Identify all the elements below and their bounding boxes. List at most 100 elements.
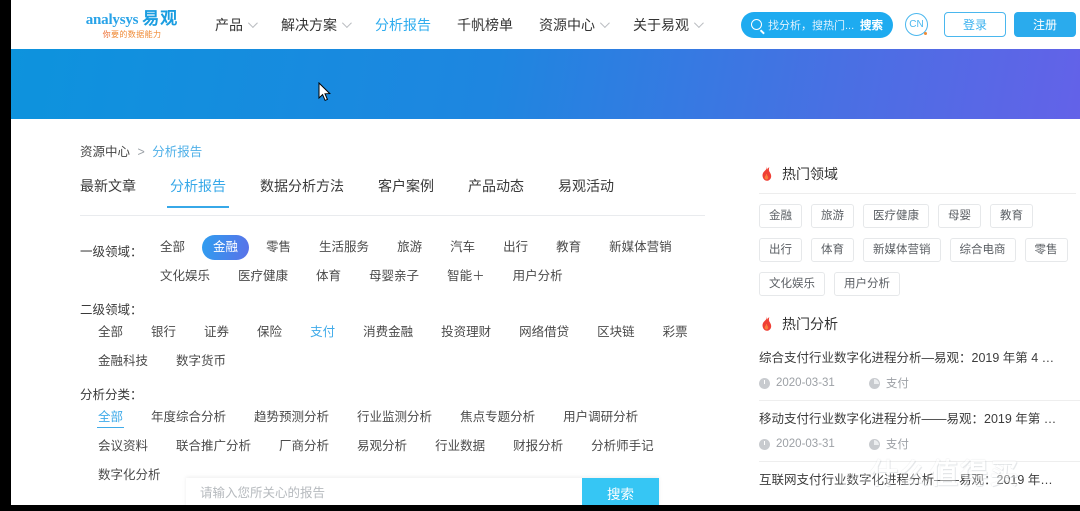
- hot-analysis-list: 综合支付行业数字化进程分析—易观：2019 年第 4 … 2020-03-31 …: [755, 340, 1080, 497]
- filter-option-payment[interactable]: 支付: [299, 320, 346, 345]
- filter-option-conference-material[interactable]: 会议资料: [87, 434, 159, 459]
- tab-latest-articles[interactable]: 最新文章: [80, 176, 136, 207]
- filter-option-fintech[interactable]: 金融科技: [87, 349, 159, 374]
- tag-new-media-marketing[interactable]: 新媒体营销: [863, 238, 941, 262]
- filter-option-user-analysis[interactable]: 用户分析: [502, 264, 574, 289]
- filter-option-sec-all[interactable]: 全部: [87, 320, 134, 345]
- article-title[interactable]: 互联网支付行业数字化进程分析——易观：2019 年…: [759, 472, 1080, 488]
- tag-ecommerce[interactable]: 综合电商: [949, 238, 1016, 262]
- filter-option-travel[interactable]: 旅游: [386, 235, 433, 260]
- filter-option-online-lending[interactable]: 网络借贷: [508, 320, 580, 345]
- tag-mobility[interactable]: 出行: [759, 238, 802, 262]
- breadcrumb-separator: >: [137, 145, 145, 159]
- filter-option-insurance[interactable]: 保险: [246, 320, 293, 345]
- tab-product-updates[interactable]: 产品动态: [468, 176, 524, 207]
- report-search-input[interactable]: [186, 478, 582, 508]
- tag-retail[interactable]: 零售: [1024, 238, 1068, 262]
- hot-analysis-title: 热门分析: [782, 316, 838, 332]
- chevron-down-icon: [341, 18, 352, 29]
- site-logo[interactable]: analysys 易观 你要的数据能力: [73, 10, 191, 39]
- filter-option-blockchain[interactable]: 区块链: [586, 320, 646, 345]
- filter-options-primary-domain: 全部 金融 零售 生活服务 旅游 汽车 出行 教育 新媒体营销 文化娱乐 医疗健…: [146, 235, 720, 293]
- filter-option-investment[interactable]: 投资理财: [430, 320, 502, 345]
- tag-culture-entertainment[interactable]: 文化娱乐: [759, 272, 825, 296]
- nav-item-resource-center[interactable]: 资源中心: [539, 15, 610, 35]
- filter-option-life-services[interactable]: 生活服务: [308, 235, 380, 260]
- right-sidebar: 热门领域 金融 旅游 医疗健康 母婴 教育 出行 体育 新媒体营销 综合电商 零…: [755, 119, 1080, 511]
- category-icon: [868, 438, 880, 450]
- filter-option-vendor-analysis[interactable]: 厂商分析: [268, 434, 340, 459]
- tag-finance[interactable]: 金融: [759, 204, 802, 228]
- filter-option-automotive[interactable]: 汽车: [439, 235, 486, 260]
- filter-option-healthcare[interactable]: 医疗健康: [227, 264, 299, 289]
- logo-latin-text: analysys: [85, 12, 139, 28]
- language-toggle[interactable]: CN: [905, 13, 928, 36]
- header-search-button[interactable]: 搜索: [860, 17, 883, 33]
- filter-option-securities[interactable]: 证券: [193, 320, 240, 345]
- filter-option-cat-all[interactable]: 全部: [87, 405, 134, 430]
- list-item[interactable]: 移动支付行业数字化进程分析——易观：2019 年第 … 2020-03-31 支…: [759, 401, 1080, 462]
- filter-option-maternal-child[interactable]: 母婴亲子: [358, 264, 430, 289]
- hot-analysis-header: 热门分析: [759, 314, 1080, 334]
- filter-option-new-media-marketing[interactable]: 新媒体营销: [598, 235, 683, 260]
- tag-user-analysis[interactable]: 用户分析: [834, 272, 900, 296]
- nav-item-analysis-reports[interactable]: 分析报告: [375, 15, 431, 35]
- filter-option-retail[interactable]: 零售: [255, 235, 302, 260]
- tag-travel[interactable]: 旅游: [811, 204, 854, 228]
- breadcrumb-current[interactable]: 分析报告: [152, 145, 202, 159]
- tab-customer-cases[interactable]: 客户案例: [378, 176, 434, 207]
- report-search-button[interactable]: 搜索: [582, 478, 659, 508]
- filter-option-analysys-analysis[interactable]: 易观分析: [346, 434, 418, 459]
- filter-option-digital-analysis[interactable]: 数字化分析: [87, 463, 172, 488]
- filter-option-smart-plus[interactable]: 智能＋: [436, 264, 496, 289]
- flame-icon: [762, 315, 772, 331]
- chevron-down-icon: [693, 18, 704, 29]
- nav-item-products[interactable]: 产品: [215, 15, 258, 35]
- tag-sports[interactable]: 体育: [811, 238, 854, 262]
- header-search-placeholder: 找分析，搜热门...: [768, 19, 855, 32]
- filter-option-all[interactable]: 全部: [149, 235, 196, 260]
- chevron-down-icon: [247, 18, 258, 29]
- nav-item-qianfan-ranking[interactable]: 千帆榜单: [457, 15, 513, 35]
- clock-icon: [759, 438, 770, 450]
- nav-item-about[interactable]: 关于易观: [633, 15, 704, 35]
- filter-option-finance[interactable]: 金融: [202, 235, 250, 260]
- tab-events[interactable]: 易观活动: [558, 176, 614, 207]
- filter-option-culture-entertainment[interactable]: 文化娱乐: [149, 264, 221, 289]
- flame-icon: [762, 165, 772, 181]
- breadcrumb-root[interactable]: 资源中心: [80, 145, 130, 159]
- header-search-box[interactable]: 找分析，搜热门... 搜索: [741, 11, 893, 38]
- filter-option-analyst-notes[interactable]: 分析师手记: [580, 434, 665, 459]
- filter-option-joint-promotion[interactable]: 联合推广分析: [165, 434, 262, 459]
- login-button[interactable]: 登录: [944, 12, 1006, 37]
- article-title[interactable]: 移动支付行业数字化进程分析——易观：2019 年第 …: [759, 411, 1080, 427]
- filter-option-sports[interactable]: 体育: [305, 264, 352, 289]
- filter-option-lottery[interactable]: 彩票: [652, 320, 699, 345]
- filter-option-education[interactable]: 教育: [545, 235, 592, 260]
- tag-healthcare[interactable]: 医疗健康: [863, 204, 929, 228]
- filter-option-trend-forecast[interactable]: 趋势预测分析: [243, 405, 340, 430]
- filter-option-focus-topic[interactable]: 焦点专题分析: [449, 405, 546, 430]
- filter-option-annual-analysis[interactable]: 年度综合分析: [140, 405, 237, 430]
- article-title[interactable]: 综合支付行业数字化进程分析—易观：2019 年第 4 …: [759, 350, 1080, 366]
- filter-option-bank[interactable]: 银行: [140, 320, 187, 345]
- filter-option-digital-currency[interactable]: 数字货币: [165, 349, 237, 374]
- filter-option-financial-report[interactable]: 财报分析: [502, 434, 574, 459]
- filter-option-industry-monitor[interactable]: 行业监测分析: [346, 405, 443, 430]
- nav-item-solutions[interactable]: 解决方案: [281, 15, 352, 35]
- tag-maternal[interactable]: 母婴: [938, 204, 981, 228]
- list-item[interactable]: 综合支付行业数字化进程分析—易观：2019 年第 4 … 2020-03-31 …: [759, 340, 1080, 401]
- list-item[interactable]: 互联网支付行业数字化进程分析——易观：2019 年…: [759, 462, 1080, 497]
- filter-option-industry-data[interactable]: 行业数据: [424, 434, 496, 459]
- filter-row-primary-domain: 一级领域： 全部 金融 零售 生活服务 旅游 汽车 出行 教育 新媒体营销 文化…: [80, 235, 720, 293]
- register-button[interactable]: 注册: [1014, 12, 1076, 37]
- nav-label: 资源中心: [539, 16, 595, 33]
- filter-option-consumer-finance[interactable]: 消费金融: [352, 320, 424, 345]
- hero-banner: [11, 49, 1080, 119]
- article-date: 2020-03-31: [776, 438, 835, 450]
- tab-data-analysis-methods[interactable]: 数据分析方法: [260, 176, 344, 207]
- filter-option-mobility[interactable]: 出行: [492, 235, 539, 260]
- tab-analysis-reports[interactable]: 分析报告: [167, 176, 229, 208]
- tag-education[interactable]: 教育: [990, 204, 1033, 228]
- filter-option-user-research[interactable]: 用户调研分析: [552, 405, 649, 430]
